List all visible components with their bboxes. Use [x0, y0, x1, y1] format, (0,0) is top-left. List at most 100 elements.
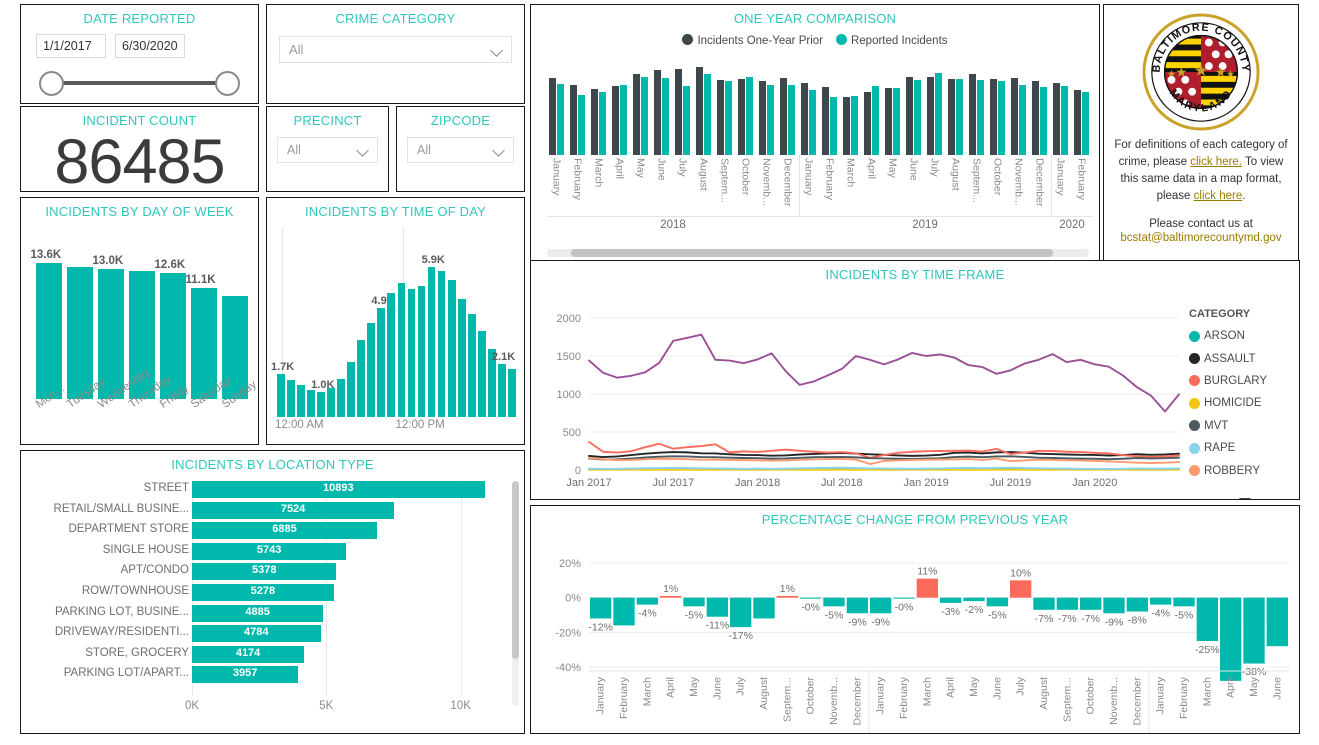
precinct-dropdown[interactable]: All — [277, 137, 378, 163]
percentage-change-bar[interactable] — [753, 597, 775, 619]
location-type-row[interactable]: RETAIL/SMALL BUSINE... 7524 — [29, 501, 514, 522]
zipcode-dropdown[interactable]: All — [407, 137, 514, 163]
one-year-comparison-bar[interactable] — [682, 85, 690, 155]
percentage-change-bar[interactable] — [1196, 597, 1218, 641]
one-year-comparison-bar[interactable] — [926, 77, 934, 155]
one-year-comparison-bar[interactable] — [800, 83, 808, 155]
legend-item-rape[interactable]: RAPE — [1189, 437, 1293, 459]
time-of-day-bar[interactable] — [357, 339, 366, 417]
one-year-comparison-bar[interactable] — [1073, 89, 1081, 155]
date-reported-slicer[interactable]: DATE REPORTED 1/1/2017 6/30/2020 — [20, 4, 259, 104]
time-of-day-bar[interactable] — [317, 391, 325, 417]
one-year-comparison-bar[interactable] — [758, 80, 766, 155]
time-of-day-bar[interactable] — [387, 292, 396, 417]
day-of-week-bar[interactable] — [190, 288, 217, 399]
one-year-comparison-bar[interactable] — [1031, 81, 1039, 155]
legend-more-chevron-down-icon[interactable] — [1239, 498, 1251, 499]
one-year-comparison-bar[interactable] — [703, 73, 711, 155]
one-year-comparison-bar[interactable] — [892, 87, 900, 155]
legend-item-burglary[interactable]: BURGLARY — [1189, 370, 1293, 392]
percentage-change-bar[interactable] — [706, 597, 728, 617]
location-type-row[interactable]: PARKING LOT/APART... 3957 — [29, 665, 514, 686]
percentage-change-bar[interactable] — [800, 597, 822, 599]
percentage-change-bar[interactable] — [893, 597, 915, 599]
time-of-day-bar[interactable] — [417, 286, 426, 417]
map-format-link[interactable]: click here — [1194, 190, 1243, 202]
one-year-comparison-bar[interactable] — [695, 67, 703, 155]
one-year-comparison-bar[interactable] — [1018, 84, 1026, 155]
one-year-comparison-bar[interactable] — [905, 77, 913, 155]
crime-category-slicer[interactable]: CRIME CATEGORY All — [266, 4, 525, 104]
percentage-change-bar[interactable] — [1243, 597, 1265, 664]
percentage-change-bar[interactable] — [683, 597, 705, 607]
one-year-comparison-bar[interactable] — [997, 81, 1005, 155]
percentage-change-bar[interactable] — [823, 597, 845, 607]
percentage-change-bar[interactable] — [660, 595, 682, 598]
crime-category-dropdown[interactable]: All — [279, 36, 512, 63]
percentage-change-bar[interactable] — [1080, 597, 1102, 610]
one-year-comparison-bar[interactable] — [842, 96, 850, 155]
one-year-comparison-bar[interactable] — [947, 79, 955, 155]
time-of-day-bar[interactable] — [287, 380, 295, 417]
one-year-comparison-scrollbar[interactable] — [547, 249, 1089, 257]
location-type-row[interactable]: PARKING LOT, BUSINE... 4885 — [29, 604, 514, 625]
one-year-comparison-bar[interactable] — [590, 89, 598, 155]
one-year-comparison-bar[interactable] — [632, 74, 640, 155]
precinct-slicer[interactable]: PRECINCT All — [266, 106, 389, 192]
time-of-day-bar[interactable] — [457, 299, 466, 417]
one-year-comparison-bar[interactable] — [989, 79, 997, 155]
one-year-comparison-bar[interactable] — [653, 69, 661, 155]
one-year-comparison-bar[interactable] — [661, 78, 669, 155]
slider-handle-left[interactable] — [39, 71, 64, 96]
slider-handle-right[interactable] — [215, 71, 240, 96]
time-of-day-bar[interactable] — [467, 314, 476, 417]
one-year-comparison-bar[interactable] — [884, 88, 892, 155]
percentage-change-bar[interactable] — [590, 597, 612, 619]
one-year-comparison-bar[interactable] — [821, 87, 829, 155]
percentage-change-bar[interactable] — [916, 578, 938, 598]
scrollbar-thumb[interactable] — [571, 249, 1053, 257]
time-frame-line-rape[interactable] — [588, 466, 1180, 470]
one-year-comparison-bar[interactable] — [556, 84, 564, 155]
percentage-change-bar[interactable] — [613, 597, 635, 626]
percentage-change-bar[interactable] — [1150, 597, 1172, 605]
location-type-row[interactable]: STORE, GROCERY 4174 — [29, 645, 514, 666]
date-range-slider[interactable] — [39, 69, 240, 99]
time-of-day-bar[interactable] — [437, 271, 446, 417]
time-of-day-bar[interactable] — [347, 362, 356, 417]
time-of-day-bar[interactable] — [427, 267, 436, 417]
one-year-comparison-bar[interactable] — [598, 92, 606, 155]
one-year-comparison-bar[interactable] — [976, 80, 984, 155]
one-year-comparison-bar[interactable] — [1060, 86, 1068, 155]
one-year-comparison-bar[interactable] — [674, 68, 682, 155]
time-of-day-bar[interactable] — [377, 307, 386, 417]
one-year-comparison-bar[interactable] — [779, 78, 787, 155]
time-of-day-bar[interactable] — [277, 373, 285, 417]
time-of-day-bar[interactable] — [507, 368, 516, 417]
percentage-change-bar[interactable] — [1033, 597, 1055, 610]
one-year-comparison-bar[interactable] — [913, 80, 921, 155]
percentage-change-bar[interactable] — [870, 597, 892, 614]
time-of-day-bar[interactable] — [327, 387, 336, 417]
time-of-day-bar[interactable] — [297, 385, 305, 417]
percentage-change-bar[interactable] — [1010, 580, 1032, 598]
day-of-week-bar[interactable] — [35, 263, 62, 399]
one-year-comparison-bar[interactable] — [968, 74, 976, 155]
percentage-change-bar[interactable] — [1126, 597, 1148, 612]
location-type-scrollbar[interactable] — [512, 481, 519, 706]
legend-item-homicide[interactable]: HOMICIDE — [1189, 392, 1293, 414]
one-year-comparison-bar[interactable] — [1039, 86, 1047, 155]
time-of-day-bar[interactable] — [407, 288, 416, 417]
one-year-comparison-bar[interactable] — [766, 84, 774, 155]
definitions-link[interactable]: click here. — [1190, 156, 1242, 168]
legend-item-mvt[interactable]: MVT — [1189, 415, 1293, 437]
one-year-comparison-bar[interactable] — [716, 80, 724, 155]
one-year-comparison-bar[interactable] — [863, 92, 871, 155]
one-year-comparison-bar[interactable] — [737, 78, 745, 155]
one-year-comparison-bar[interactable] — [955, 78, 963, 155]
legend-item-assault[interactable]: ASSAULT — [1189, 347, 1293, 369]
one-year-comparison-bar[interactable] — [640, 77, 648, 155]
percentage-change-bar[interactable] — [1173, 597, 1195, 607]
percentage-change-bar[interactable] — [1103, 597, 1125, 614]
one-year-comparison-bar[interactable] — [850, 95, 858, 155]
